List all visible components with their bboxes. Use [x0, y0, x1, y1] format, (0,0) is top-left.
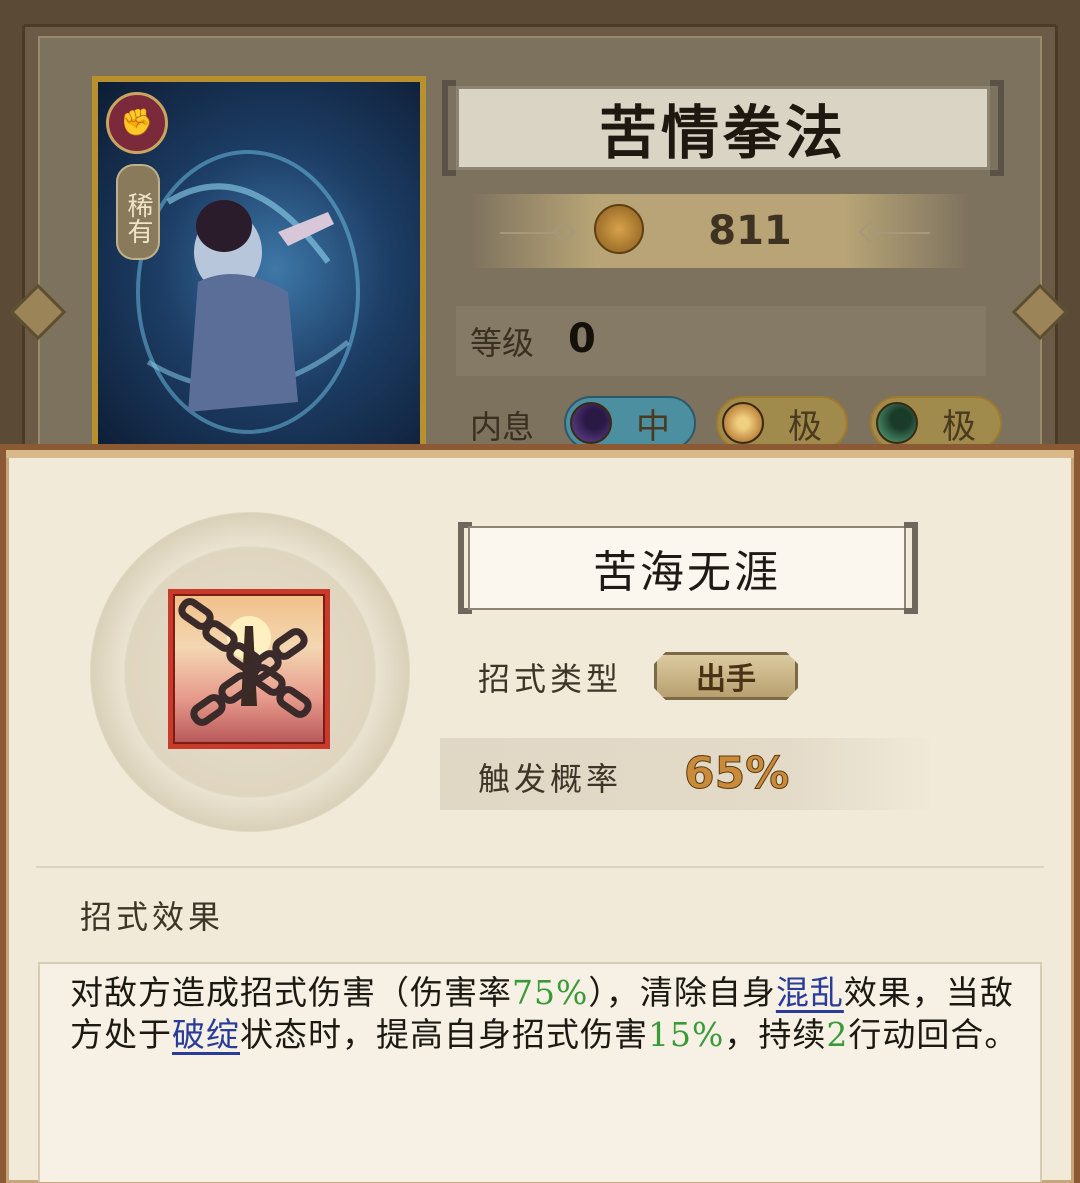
jade-orb-icon	[876, 402, 918, 444]
effect-description: 对敌方造成招式伤害（伤害率75%），清除自身混乱效果，当敌方处于破绽状态时，提高…	[70, 972, 1020, 1056]
inner-slot-1[interactable]: 中	[564, 396, 696, 450]
moon-orb-icon	[570, 402, 612, 444]
level-label: 等级	[470, 324, 535, 362]
effect-text-part: 状态时，提高自身招式伤害	[240, 1015, 648, 1054]
skill-type-label: 招式类型	[478, 660, 623, 698]
damage-rate-value: 75%	[512, 973, 589, 1012]
popup-top-trim	[6, 450, 1074, 458]
duration-turns-value: 2	[826, 1015, 849, 1054]
effect-text-part: ，持续	[724, 1015, 827, 1054]
skill-title-bracket-right	[904, 522, 918, 614]
chains-illustration	[178, 598, 312, 726]
card-title: 苦情拳法	[598, 99, 847, 167]
power-value: 811	[708, 208, 792, 254]
title-bracket-right	[990, 80, 1004, 176]
skill-type-badge: 出手	[654, 652, 798, 700]
effect-text-part: 行动回合。	[848, 1015, 1019, 1054]
inner-energy-label: 内息	[470, 408, 535, 446]
inner-slot-grade: 极	[788, 406, 822, 447]
inner-slot-grade: 极	[942, 406, 976, 447]
effect-text-part: 对敌方造成招式伤害（伤害率	[70, 973, 512, 1012]
chains-icon	[168, 589, 330, 749]
level-row	[456, 306, 986, 376]
inner-slot-grade: 中	[636, 406, 670, 447]
trigger-prob-value: 65%	[683, 748, 790, 800]
title-bracket-left	[442, 80, 456, 176]
character-illustration	[136, 150, 360, 434]
rarity-badge: 稀有	[116, 164, 160, 260]
divider	[36, 866, 1044, 868]
skill-name: 苦海无涯	[593, 547, 781, 598]
level-value: 0	[568, 316, 596, 362]
inner-slot-3[interactable]: 极	[870, 396, 1002, 450]
sun-orb-icon	[722, 402, 764, 444]
effect-text-part: ），清除自身	[588, 973, 776, 1012]
damage-bonus-value: 15%	[648, 1015, 725, 1054]
trigger-prob-label: 触发概率	[478, 760, 623, 798]
divider	[500, 232, 560, 234]
keyword-confusion-link[interactable]: 混乱	[776, 973, 844, 1012]
effect-heading: 招式效果	[80, 898, 225, 936]
fist-icon: ✊	[106, 92, 168, 154]
inner-slot-2[interactable]: 极	[716, 396, 848, 450]
sword-emblem-icon	[594, 204, 644, 254]
keyword-flaw-link[interactable]: 破绽	[172, 1015, 240, 1054]
